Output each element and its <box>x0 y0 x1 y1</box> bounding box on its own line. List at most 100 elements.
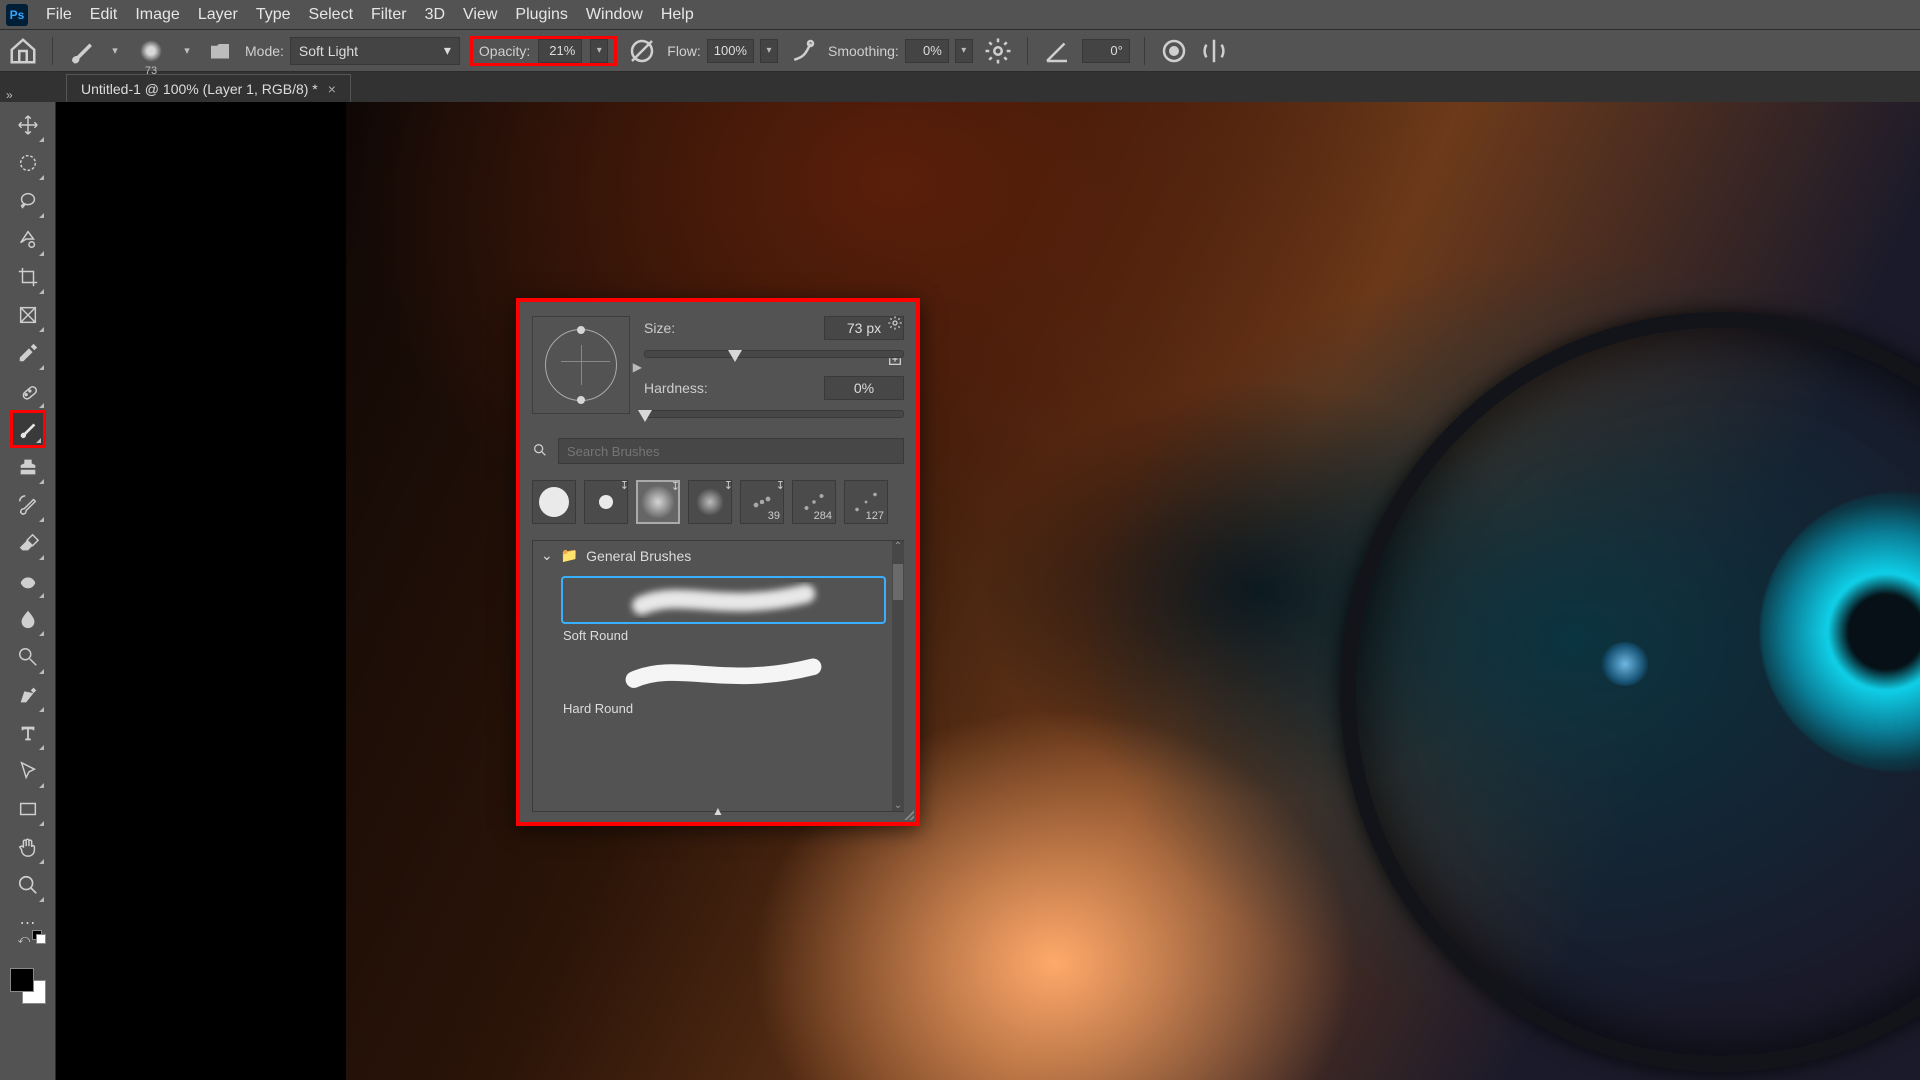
zoom-tool[interactable] <box>10 866 46 904</box>
lasso-tool[interactable] <box>10 182 46 220</box>
menu-select[interactable]: Select <box>309 6 353 24</box>
recent-brush-1[interactable] <box>532 480 576 524</box>
tool-preset-dropdown[interactable]: ▾ <box>107 33 123 69</box>
menu-plugins[interactable]: Plugins <box>515 6 567 24</box>
hand-tool[interactable] <box>10 828 46 866</box>
menu-edit[interactable]: Edit <box>90 6 118 24</box>
eraser-tool[interactable] <box>10 524 46 562</box>
menu-3d[interactable]: 3D <box>425 6 445 24</box>
menu-type[interactable]: Type <box>256 6 291 24</box>
brush-preview-icon <box>140 40 162 62</box>
smoothing-input[interactable]: 0% <box>905 39 949 63</box>
recent-brush-5[interactable]: ↧39 <box>740 480 784 524</box>
flow-slider-button[interactable]: ▾ <box>760 39 778 63</box>
folder-icon: 📁 <box>561 547 578 564</box>
recent-brush-3-selected[interactable]: ↧ <box>636 480 680 524</box>
hardness-input[interactable]: 0% <box>824 376 904 400</box>
blur-tool[interactable] <box>10 600 46 638</box>
pressure-size-icon[interactable] <box>1159 36 1189 66</box>
menu-file[interactable]: File <box>46 6 72 24</box>
document-title: Untitled-1 @ 100% (Layer 1, RGB/8) * <box>81 81 318 97</box>
brush-list: ⌃⌄ ⌄ 📁 General Brushes Soft Round Hard R… <box>532 540 904 812</box>
recent-brush-4[interactable]: ↧ <box>688 480 732 524</box>
color-swatches[interactable] <box>8 966 48 1006</box>
rectangle-tool[interactable] <box>10 790 46 828</box>
size-slider[interactable] <box>644 350 904 358</box>
brush-size-number: 73 <box>145 65 157 77</box>
crop-tool[interactable] <box>10 258 46 296</box>
brush-tool-selected[interactable] <box>10 410 46 448</box>
canvas-area[interactable]: ▶ Size: 73 px Hardness: 0% <box>56 102 1920 1080</box>
brush-preset-dropdown[interactable]: ▾ <box>179 33 195 69</box>
search-icon <box>532 442 548 461</box>
default-colors-icon[interactable] <box>32 930 46 944</box>
eyedropper-tool[interactable] <box>10 334 46 372</box>
flow-input[interactable]: 100% <box>707 39 754 63</box>
symmetry-icon[interactable] <box>1199 36 1229 66</box>
angle-input[interactable]: 0° <box>1082 39 1130 63</box>
airbrush-icon[interactable] <box>788 36 818 66</box>
opacity-label: Opacity: <box>479 43 530 59</box>
recent-brush-7[interactable]: 127 <box>844 480 888 524</box>
swap-colors-icon[interactable]: ⤺ <box>18 932 31 947</box>
search-brushes-input[interactable] <box>558 438 904 464</box>
pressure-opacity-icon[interactable] <box>627 36 657 66</box>
type-tool[interactable] <box>10 714 46 752</box>
brush-settings-icon[interactable] <box>205 36 235 66</box>
marquee-tool[interactable] <box>10 144 46 182</box>
menu-help[interactable]: Help <box>661 6 694 24</box>
brush-preview-button[interactable]: 73 <box>133 33 169 69</box>
hardness-slider[interactable] <box>644 410 904 418</box>
selection-tool[interactable] <box>10 220 46 258</box>
document-tab[interactable]: Untitled-1 @ 100% (Layer 1, RGB/8) * × <box>66 74 351 102</box>
chevron-down-icon: ⌄ <box>541 547 553 564</box>
foreground-color[interactable] <box>10 968 34 992</box>
resize-corner-icon[interactable] <box>902 808 914 820</box>
brush-hard-round[interactable]: Hard Round <box>561 649 886 716</box>
brush-folder-label: General Brushes <box>586 548 691 564</box>
frame-tool[interactable] <box>10 296 46 334</box>
opacity-input[interactable]: 21% <box>538 39 582 63</box>
brush-preset-panel-highlighted: ▶ Size: 73 px Hardness: 0% <box>516 298 920 826</box>
pen-tool[interactable] <box>10 676 46 714</box>
smoothing-slider-button[interactable]: ▾ <box>955 39 973 63</box>
app-logo: Ps <box>6 4 28 26</box>
home-icon[interactable] <box>8 36 38 66</box>
path-selection-tool[interactable] <box>10 752 46 790</box>
divider <box>1027 37 1028 65</box>
brush-tool-icon[interactable] <box>67 36 97 66</box>
brush-angle-control[interactable] <box>532 316 630 414</box>
recent-brush-6[interactable]: 284 <box>792 480 836 524</box>
brush-list-scrollbar[interactable]: ⌃⌄ <box>892 541 904 811</box>
document-tab-row: » Untitled-1 @ 100% (Layer 1, RGB/8) * × <box>0 72 1920 102</box>
clone-stamp-tool[interactable] <box>10 448 46 486</box>
menu-layer[interactable]: Layer <box>198 6 238 24</box>
mode-value: Soft Light <box>299 43 358 59</box>
brush-folder-header[interactable]: ⌄ 📁 General Brushes <box>533 541 904 570</box>
close-tab-icon[interactable]: × <box>328 81 336 97</box>
flip-arrow-icon[interactable]: ▶ <box>633 360 642 374</box>
menu-filter[interactable]: Filter <box>371 6 407 24</box>
gear-icon[interactable] <box>886 314 904 332</box>
dodge-tool[interactable] <box>10 638 46 676</box>
resize-handle-icon[interactable]: ▲ <box>712 804 724 818</box>
expand-panels-icon[interactable]: » <box>6 88 13 102</box>
angle-icon[interactable] <box>1042 36 1072 66</box>
menu-window[interactable]: Window <box>586 6 643 24</box>
mode-label: Mode: <box>245 43 284 59</box>
brush-soft-round[interactable]: Soft Round <box>561 576 886 643</box>
hardness-label: Hardness: <box>644 380 716 396</box>
recent-brush-2[interactable]: ↧ <box>584 480 628 524</box>
menu-image[interactable]: Image <box>135 6 179 24</box>
smoothing-label: Smoothing: <box>828 43 899 59</box>
recent-brushes-row: ↧ ↧ ↧ ↧39 284 127 <box>532 480 904 524</box>
options-bar: ▾ 73 ▾ Mode: Soft Light ▾ Opacity: 21% ▾… <box>0 30 1920 72</box>
move-tool[interactable] <box>10 106 46 144</box>
healing-tool[interactable] <box>10 372 46 410</box>
history-brush-tool[interactable] <box>10 486 46 524</box>
opacity-slider-button[interactable]: ▾ <box>590 39 608 63</box>
gradient-tool[interactable] <box>10 562 46 600</box>
menu-view[interactable]: View <box>463 6 497 24</box>
smoothing-options-icon[interactable] <box>983 36 1013 66</box>
mode-select[interactable]: Soft Light ▾ <box>290 37 460 65</box>
